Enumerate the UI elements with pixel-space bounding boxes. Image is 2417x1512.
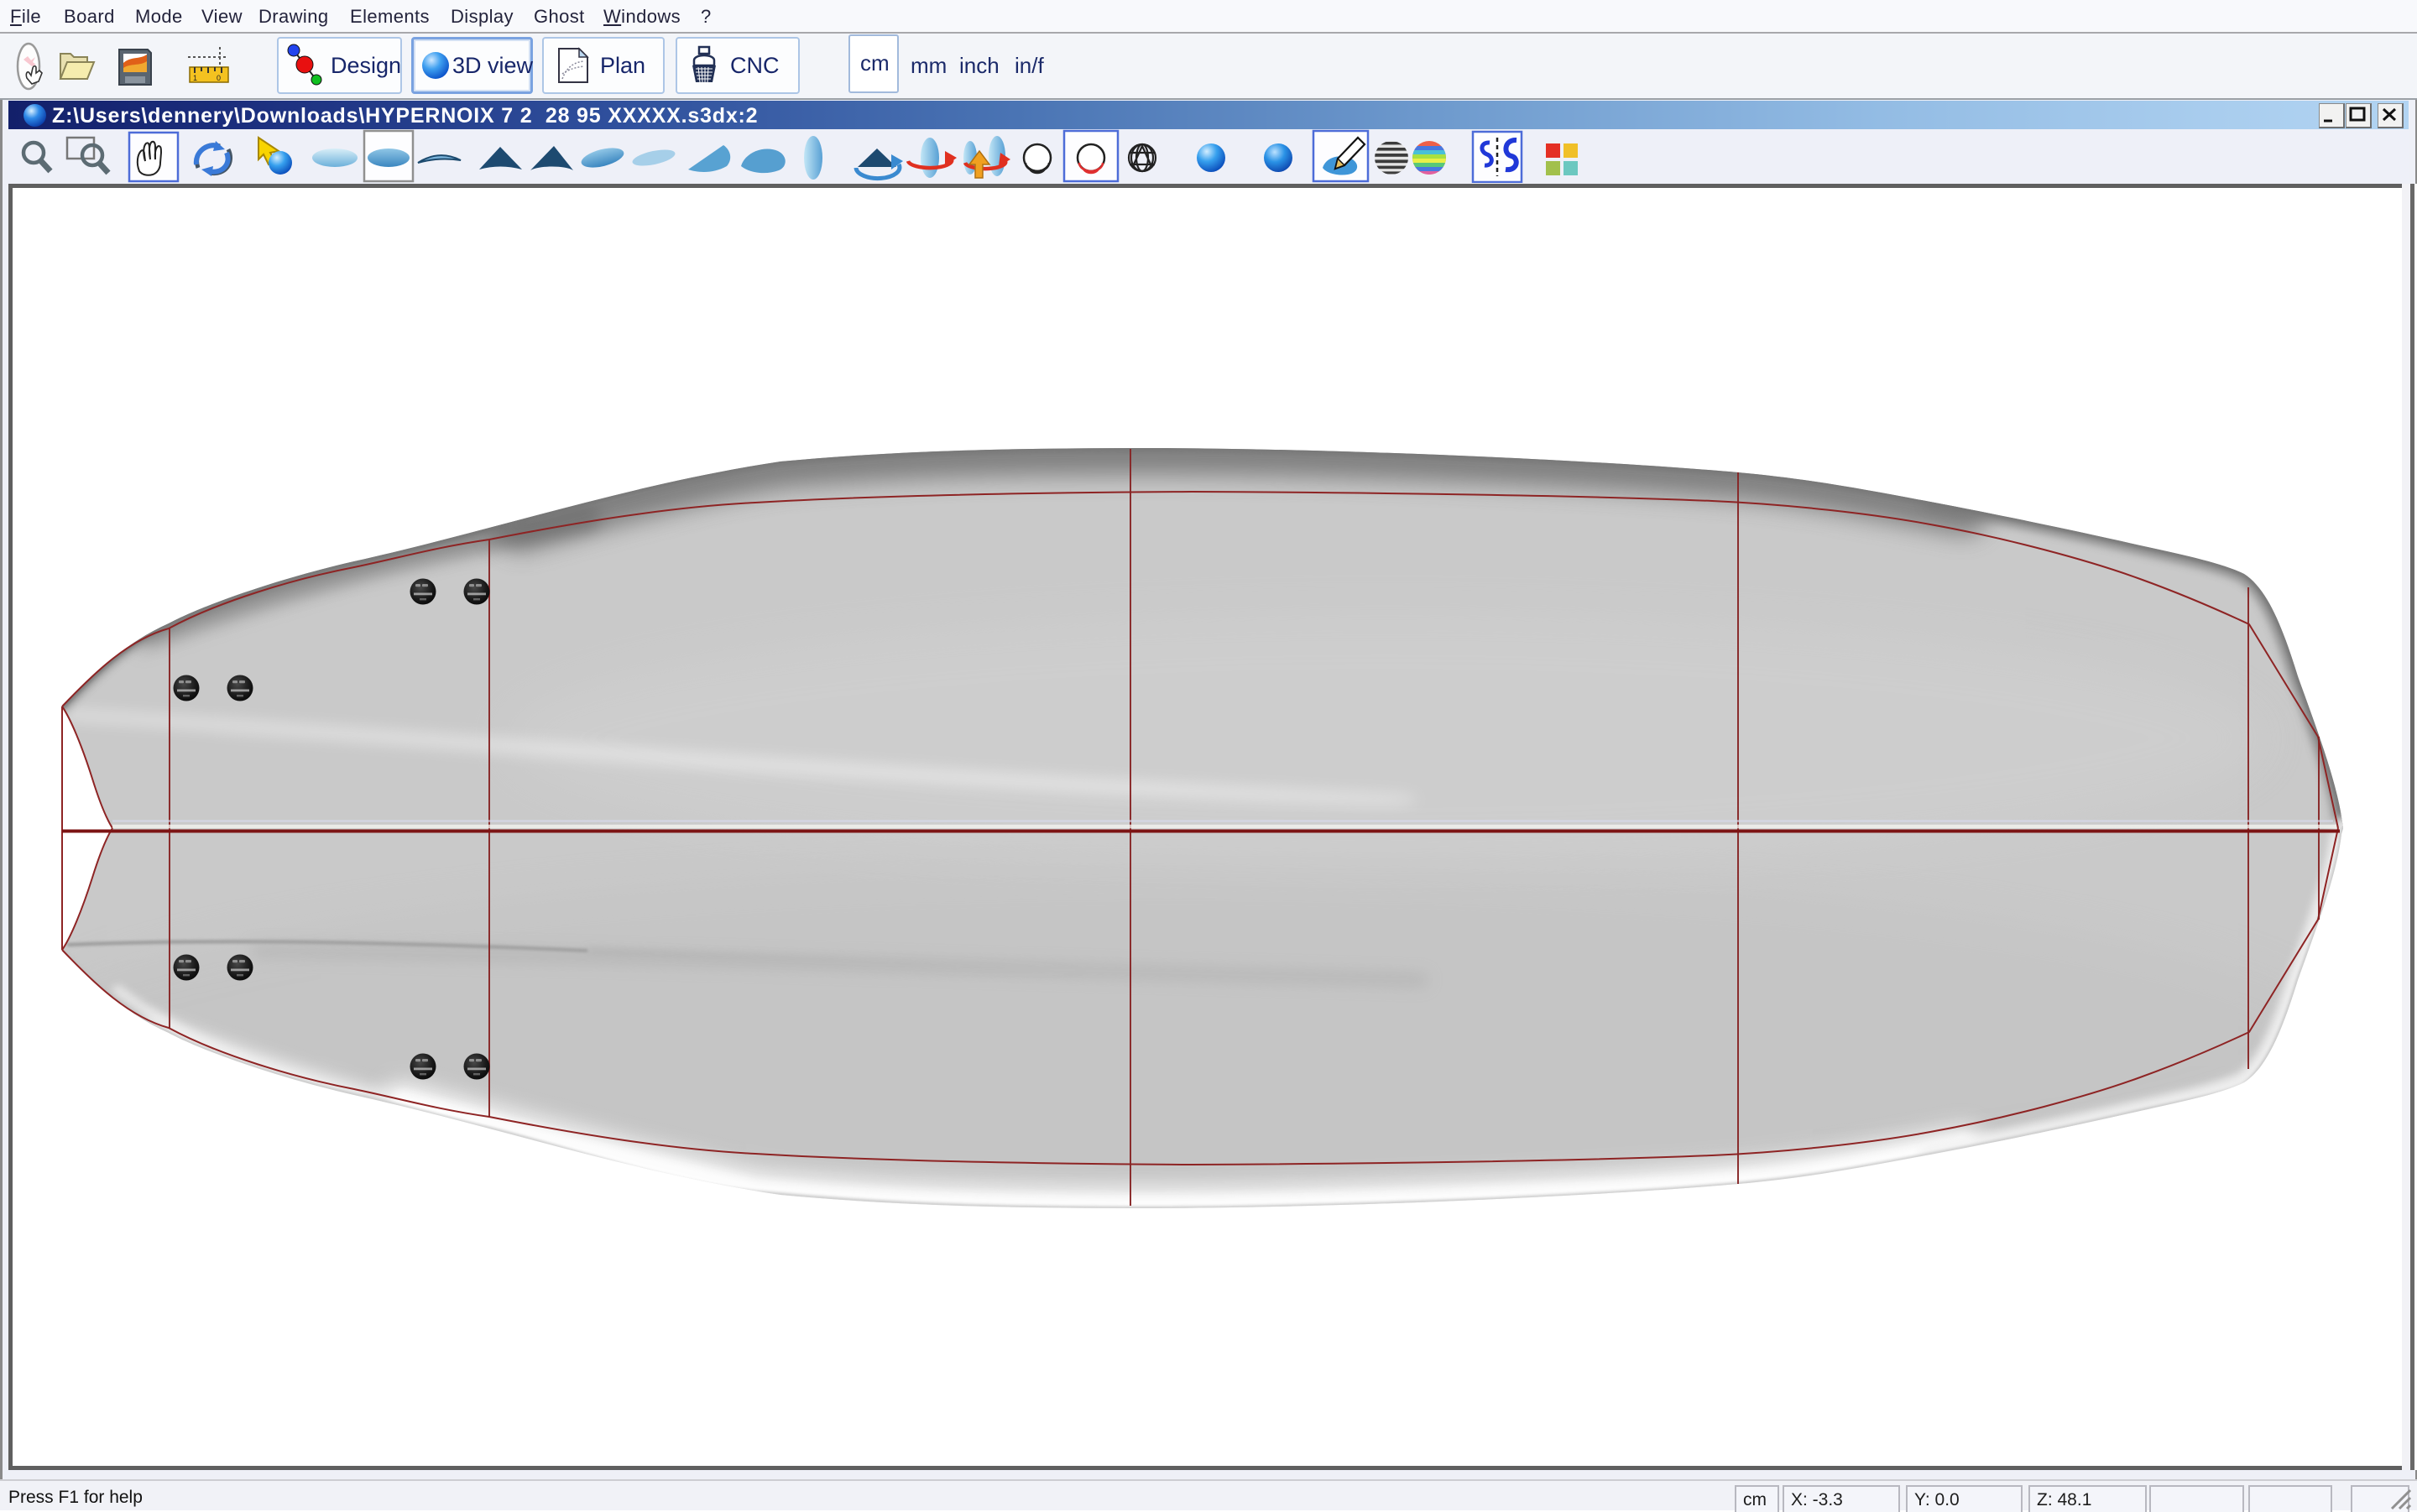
svg-text:1: 1: [193, 74, 197, 82]
svg-text:0: 0: [217, 74, 221, 82]
